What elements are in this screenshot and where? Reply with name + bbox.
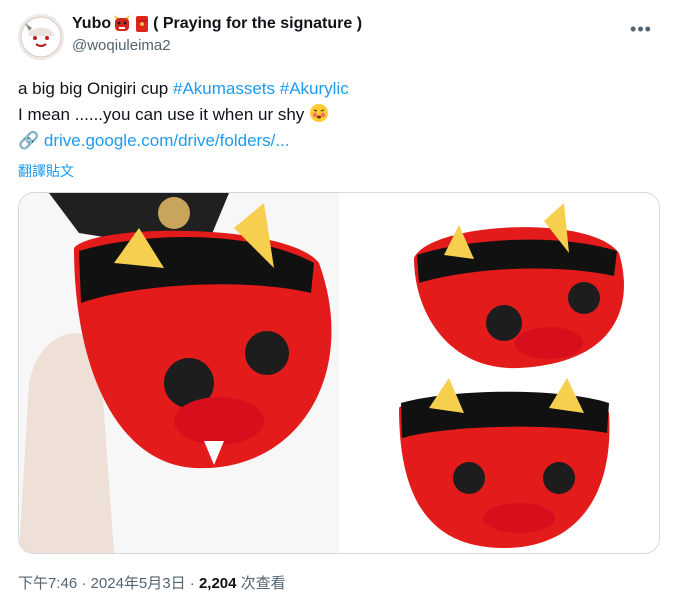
shy-emoji-icon — [309, 102, 329, 122]
post-date[interactable]: 2024年5月3日 — [91, 575, 186, 592]
hashtag-akumassets[interactable]: #Akumassets — [173, 79, 275, 98]
views-count: 2,204 — [198, 575, 237, 592]
media-grid[interactable] — [18, 192, 660, 554]
text-line-1-body: a big big Onigiri cup — [18, 79, 173, 98]
drive-link[interactable]: drive.google.com/drive/folders/... — [44, 131, 290, 150]
tweet-header: Yubo ( Praying for the signature ) @woqi… — [18, 12, 658, 60]
author-handle[interactable]: @woqiuleima2 — [72, 36, 362, 56]
text-line-2: I mean ......you can use it when ur shy — [18, 102, 658, 128]
more-icon[interactable]: ••• — [624, 12, 658, 46]
text-line-2-body: I mean ......you can use it when ur shy — [18, 105, 305, 124]
link-icon: 🔗 — [18, 131, 40, 150]
display-name-suffix: ( Praying for the signature ) — [153, 15, 363, 32]
tweet-text: a big big Onigiri cup #Akumassets #Akury… — [18, 76, 658, 154]
hashtag-akurylic[interactable]: #Akurylic — [280, 79, 349, 98]
views-label: 次查看 — [240, 575, 286, 592]
oni-mask-emoji-icon — [113, 15, 131, 33]
post-meta: 下午7:46 · 2024年5月3日 · 2,204 次查看 — [18, 575, 286, 592]
translate-post-link[interactable]: 翻譯貼文 — [18, 161, 74, 181]
red-envelope-emoji-icon — [133, 15, 151, 33]
post-time[interactable]: 下午7:46 — [18, 575, 77, 592]
display-name[interactable]: Yubo — [72, 14, 111, 34]
author-block: Yubo ( Praying for the signature ) @woqi… — [72, 14, 362, 56]
text-line-1: a big big Onigiri cup #Akumassets #Akury… — [18, 76, 658, 102]
avatar[interactable] — [18, 14, 64, 60]
display-name-row[interactable]: Yubo ( Praying for the signature ) — [72, 14, 362, 34]
text-line-3: 🔗 drive.google.com/drive/folders/... — [18, 128, 658, 154]
